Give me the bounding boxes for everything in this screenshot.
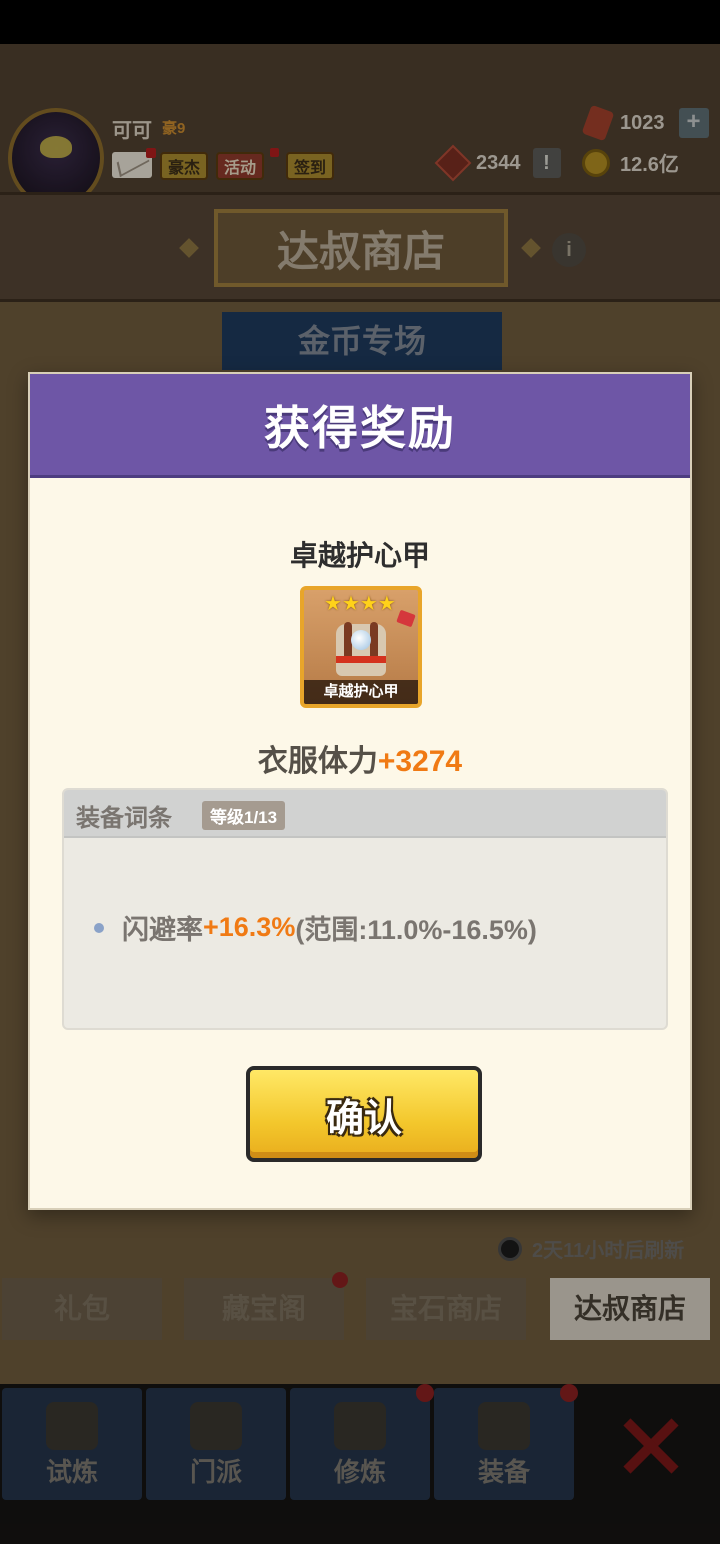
star-icon: ★ [377, 593, 396, 615]
affix-panel: 装备词条 等级1/13 闪避率 +16.3% (范围:11.0%-16.5%) [62, 788, 668, 1030]
dialog-title: 获得奖励 [264, 401, 456, 454]
stat-value: +3274 [377, 745, 463, 778]
red-gem-icon [396, 609, 416, 628]
armor-belt [336, 656, 386, 663]
dialog-header: 获得奖励 [30, 374, 690, 478]
bullet-icon [94, 922, 104, 933]
reward-item-name: 卓越护心甲 [289, 540, 430, 571]
armor-orb [351, 630, 371, 650]
star-icon: ★ [359, 593, 378, 615]
affix-range: (范围:11.0%-16.5%) [295, 915, 537, 945]
star-icon: ★ [324, 593, 342, 615]
star-icon: ★ [341, 593, 360, 615]
affix-line: 闪避率 +16.3% (范围:11.0%-16.5%) [94, 908, 537, 947]
affix-label: 闪避率 [122, 915, 203, 945]
confirm-button[interactable]: 确认 [246, 1066, 482, 1162]
item-caption: 卓越护心甲 [304, 680, 418, 704]
affix-header: 装备词条 等级1/13 [64, 790, 666, 838]
stat-label: 衣服体力 [257, 745, 378, 778]
reward-item-card[interactable]: ★ ★ ★ ★ 卓越护心甲 [300, 586, 422, 708]
affix-level-badge: 等级1/13 [202, 801, 286, 830]
reward-dialog: 获得奖励 卓越护心甲 ★ ★ ★ ★ 卓越护心甲 衣服体力+3274 装备词条 … [28, 372, 692, 1210]
item-star-rating: ★ ★ ★ ★ [324, 594, 396, 614]
stat-line: 衣服体力+3274 [30, 736, 690, 780]
status-bar [0, 0, 720, 44]
affix-title: 装备词条 [76, 805, 172, 832]
armor-icon [326, 616, 396, 678]
affix-value: +16.3% [203, 912, 296, 942]
